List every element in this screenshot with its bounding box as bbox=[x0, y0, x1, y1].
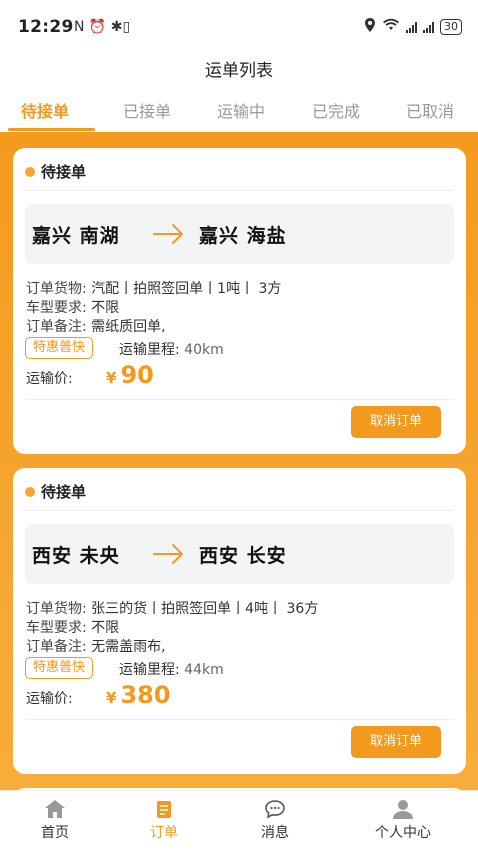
currency-symbol: ¥ bbox=[106, 689, 117, 707]
vehicle-label: 车型要求: bbox=[26, 620, 87, 636]
service-tag: 特惠普快 bbox=[25, 657, 94, 679]
user-icon bbox=[393, 800, 413, 819]
order-card[interactable]: 待接单 嘉兴 南湖 嘉兴 海盐 订单货物: 汽配丨拍照签回单丨1吨丨 3方 车型… bbox=[13, 148, 466, 454]
remark-value: 无需盖雨布, bbox=[91, 639, 166, 655]
tab-cancelled[interactable]: 已取消 bbox=[406, 98, 454, 122]
order-status-text: 待接单 bbox=[41, 163, 87, 181]
battery-icon: 30 bbox=[440, 18, 462, 35]
tab-completed[interactable]: 已完成 bbox=[312, 98, 360, 122]
service-tag: 特惠普快 bbox=[25, 337, 94, 359]
divider bbox=[25, 190, 454, 191]
order-status: 待接单 bbox=[25, 481, 86, 502]
remark-info: 订单备注: 无需盖雨布, bbox=[26, 636, 166, 656]
tab-accepted[interactable]: 已接单 bbox=[123, 98, 171, 122]
order-status: 待接单 bbox=[25, 161, 86, 182]
vehicle-info: 车型要求: 不限 bbox=[26, 297, 119, 317]
tab-in-transit[interactable]: 运输中 bbox=[217, 98, 265, 122]
divider bbox=[25, 399, 454, 400]
status-dot-icon bbox=[25, 166, 35, 177]
arrow-right-icon bbox=[153, 544, 183, 564]
cargo-label: 订单货物: bbox=[26, 281, 87, 297]
route-box: 西安 未央 西安 长安 bbox=[25, 524, 454, 584]
distance-info: 运输里程: 44km bbox=[119, 659, 224, 679]
active-tab-indicator bbox=[8, 128, 95, 131]
home-icon bbox=[45, 800, 65, 818]
tab-pending[interactable]: 待接单 bbox=[21, 98, 69, 122]
nav-home-label: 首页 bbox=[41, 825, 69, 841]
cancel-order-button[interactable]: 取消订单 bbox=[351, 726, 441, 758]
cargo-info: 订单货物: 张三的货丨拍照签回单丨4吨丨 36方 bbox=[26, 598, 318, 618]
nav-home[interactable]: 首页 bbox=[10, 799, 100, 842]
route-box: 嘉兴 南湖 嘉兴 海盐 bbox=[25, 204, 454, 264]
remark-label: 订单备注: bbox=[26, 639, 87, 655]
price-label: 运输价: bbox=[26, 691, 73, 707]
page-title: 运单列表 bbox=[205, 61, 273, 81]
vehicle-value: 不限 bbox=[91, 300, 120, 316]
cargo-info: 订单货物: 汽配丨拍照签回单丨1吨丨 3方 bbox=[26, 278, 281, 298]
cargo-value: 汽配丨拍照签回单丨1吨丨 3方 bbox=[91, 281, 282, 297]
status-right-icons: 30 bbox=[364, 18, 462, 35]
cargo-value: 张三的货丨拍照签回单丨4吨丨 36方 bbox=[91, 601, 319, 617]
distance-label: 运输里程: bbox=[119, 342, 180, 358]
status-bar: 12:29 N ⏰ ✱▯ 30 bbox=[0, 0, 478, 54]
order-tabs: 待接单 已接单 运输中 已完成 已取消 bbox=[0, 92, 478, 132]
arrow-right-icon bbox=[153, 224, 183, 244]
remark-value: 需纸质回单, bbox=[91, 319, 166, 335]
nav-profile-label: 个人中心 bbox=[375, 825, 431, 841]
nav-messages[interactable]: 消息 bbox=[230, 799, 320, 842]
currency-symbol: ¥ bbox=[106, 369, 117, 387]
order-status-text: 待接单 bbox=[41, 483, 87, 501]
status-dot-icon bbox=[25, 486, 35, 497]
location-icon bbox=[364, 18, 376, 35]
remark-info: 订单备注: 需纸质回单, bbox=[26, 316, 166, 336]
vehicle-label: 车型要求: bbox=[26, 300, 87, 316]
price-value: 90 bbox=[120, 361, 154, 389]
order-card[interactable]: 待接单 西安 未央 西安 长安 订单货物: 张三的货丨拍照签回单丨4吨丨 36方… bbox=[13, 468, 466, 774]
divider bbox=[25, 510, 454, 511]
wifi-icon bbox=[382, 18, 400, 35]
price: ¥380 bbox=[106, 681, 171, 709]
route-origin: 西安 未央 bbox=[32, 545, 120, 567]
message-icon bbox=[265, 800, 285, 819]
vehicle-value: 不限 bbox=[91, 620, 120, 636]
distance-label: 运输里程: bbox=[119, 662, 180, 678]
route-destination: 西安 长安 bbox=[199, 545, 287, 567]
order-list: 待接单 嘉兴 南湖 嘉兴 海盐 订单货物: 汽配丨拍照签回单丨1吨丨 3方 车型… bbox=[0, 132, 478, 790]
status-notification-icons: N ⏰ ✱▯ bbox=[74, 19, 131, 35]
order-icon bbox=[157, 801, 171, 818]
nav-orders[interactable]: 订单 bbox=[119, 799, 209, 842]
nav-messages-label: 消息 bbox=[261, 825, 289, 841]
distance-info: 运输里程: 40km bbox=[119, 339, 224, 359]
nav-profile[interactable]: 个人中心 bbox=[358, 799, 448, 842]
status-time: 12:29 bbox=[18, 17, 74, 37]
signal-icon-1 bbox=[406, 21, 417, 33]
route-destination: 嘉兴 海盐 bbox=[199, 225, 287, 247]
signal-icon-2 bbox=[423, 21, 434, 33]
bottom-nav: 首页 订单 消息 个人中心 bbox=[0, 790, 478, 850]
divider bbox=[25, 719, 454, 720]
price-value: 380 bbox=[120, 681, 171, 709]
price: ¥90 bbox=[106, 361, 154, 389]
distance-value: 44km bbox=[184, 662, 224, 678]
nav-orders-label: 订单 bbox=[150, 825, 178, 841]
cargo-label: 订单货物: bbox=[26, 601, 87, 617]
remark-label: 订单备注: bbox=[26, 319, 87, 335]
cancel-order-button[interactable]: 取消订单 bbox=[351, 406, 441, 438]
vehicle-info: 车型要求: 不限 bbox=[26, 617, 119, 637]
distance-value: 40km bbox=[184, 342, 224, 358]
route-origin: 嘉兴 南湖 bbox=[32, 225, 120, 247]
price-label: 运输价: bbox=[26, 371, 73, 387]
